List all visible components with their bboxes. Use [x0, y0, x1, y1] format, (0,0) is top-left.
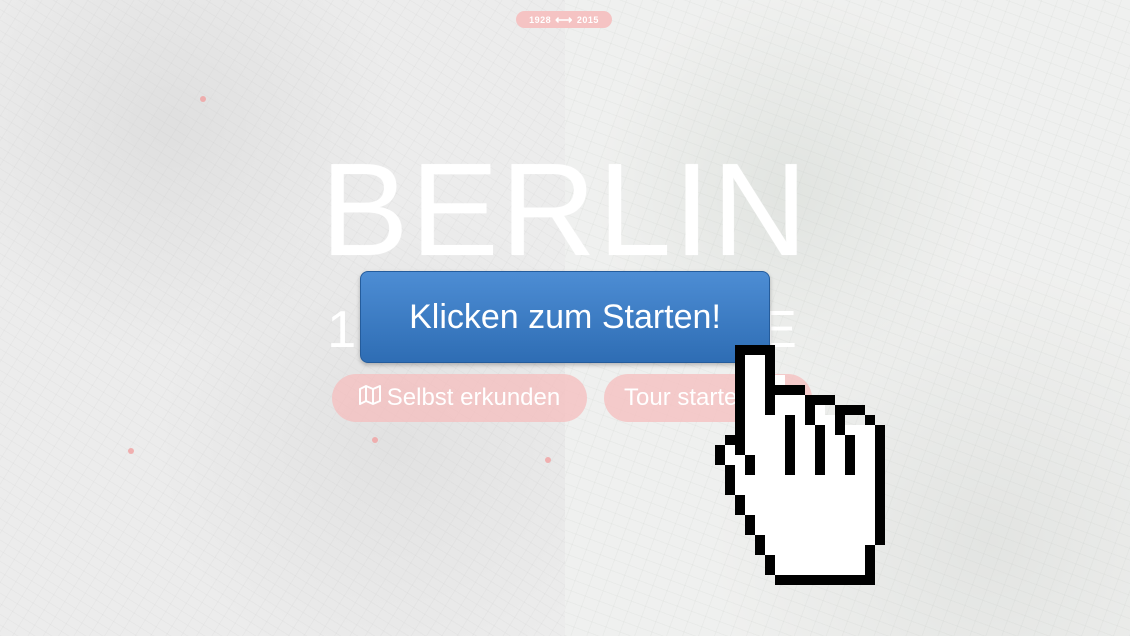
subtitle-start: 1	[327, 301, 363, 359]
year-from: 1928	[529, 14, 552, 25]
map-marker	[128, 448, 134, 454]
page-title: BERLIN	[320, 136, 810, 283]
start-button[interactable]: Klicken zum Starten!	[360, 271, 770, 363]
year-range-badge[interactable]: 1928 ⟷ 2015	[516, 11, 612, 28]
map-marker	[200, 96, 206, 102]
map-marker	[545, 457, 551, 463]
explore-button[interactable]: Selbst erkunden	[332, 374, 587, 422]
hand-pointer-icon	[715, 345, 885, 585]
explore-label: Selbst erkunden	[386, 384, 561, 411]
year-to: 2015	[576, 14, 599, 25]
double-arrow-icon: ⟷	[555, 12, 573, 27]
map-icon	[358, 384, 381, 412]
map-marker	[372, 437, 378, 443]
start-label: Klicken zum Starten!	[409, 297, 721, 336]
